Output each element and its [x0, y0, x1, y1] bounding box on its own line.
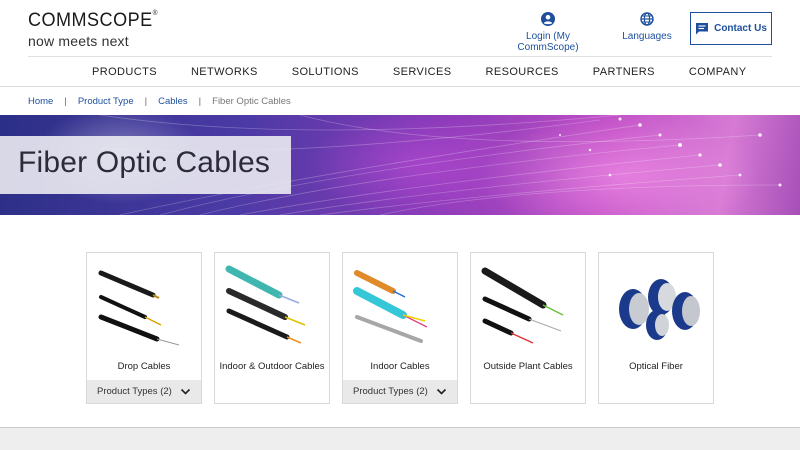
site-header: COMMSCOPE® now meets next Login (My Comm… — [0, 0, 800, 56]
contact-us-label: Contact Us — [714, 23, 767, 34]
card-label: Drop Cables — [117, 361, 171, 372]
product-types-toggle[interactable]: Product Types (2) — [343, 380, 457, 403]
card-label: Outside Plant Cables — [483, 361, 573, 372]
indoor-cables-image — [353, 270, 428, 343]
product-types-label: Product Types (2) — [353, 386, 428, 397]
product-types-toggle[interactable]: Product Types (2) — [87, 380, 201, 403]
contact-us-button[interactable]: Contact Us — [690, 12, 772, 45]
hero-banner: Fiber Optic Cables — [0, 115, 800, 215]
nav-item-services[interactable]: SERVICES — [393, 66, 452, 78]
breadcrumb-cables[interactable]: Cables — [158, 96, 188, 107]
main-navigation: PRODUCTS NETWORKS SOLUTIONS SERVICES RES… — [0, 57, 800, 87]
indoor-outdoor-cables-image — [225, 265, 306, 344]
chevron-down-icon — [180, 388, 191, 395]
commscope-logo[interactable]: COMMSCOPE® now meets next — [28, 10, 165, 49]
nav-item-partners[interactable]: PARTNERS — [593, 66, 655, 78]
globe-icon — [640, 12, 654, 26]
footer-band — [0, 427, 800, 450]
nav-item-solutions[interactable]: SOLUTIONS — [292, 66, 359, 78]
login-link[interactable]: Login (My CommScope) — [500, 12, 596, 53]
chevron-down-icon — [436, 388, 447, 395]
card-label: Indoor Cables — [370, 361, 430, 372]
drop-cables-image — [98, 270, 180, 346]
nav-item-resources[interactable]: RESOURCES — [486, 66, 559, 78]
breadcrumb-product-type[interactable]: Product Type — [78, 96, 134, 107]
category-card-optical-fiber[interactable]: Optical Fiber — [598, 252, 714, 404]
breadcrumb-separator: | — [64, 96, 67, 107]
breadcrumb: Home | Product Type | Cables | Fiber Opt… — [28, 96, 291, 107]
nav-item-networks[interactable]: NETWORKS — [191, 66, 258, 78]
nav-item-company[interactable]: COMPANY — [689, 66, 747, 78]
languages-selector[interactable]: Languages — [620, 12, 674, 42]
breadcrumb-home[interactable]: Home — [28, 96, 53, 107]
card-label: Indoor & Outdoor Cables — [219, 361, 325, 372]
logo-tagline: now meets next — [28, 33, 129, 49]
logo-registered-mark: ® — [152, 10, 159, 17]
logo-wordmark: COMMSCOPE — [28, 10, 153, 31]
card-label: Optical Fiber — [629, 361, 683, 372]
breadcrumb-separator: | — [144, 96, 148, 107]
breadcrumb-separator: | — [198, 96, 202, 107]
category-card-outside-plant-cables[interactable]: Outside Plant Cables — [470, 252, 586, 404]
nav-item-products[interactable]: PRODUCTS — [92, 66, 157, 78]
optical-fiber-spools-image — [619, 279, 700, 340]
page-title: Fiber Optic Cables — [18, 146, 271, 179]
category-card-indoor-outdoor-cables[interactable]: Indoor & Outdoor Cables — [214, 252, 330, 404]
user-circle-icon — [541, 12, 555, 26]
outside-plant-cables-image — [481, 267, 564, 344]
product-types-label: Product Types (2) — [97, 386, 172, 397]
category-card-drop-cables[interactable]: Drop Cables Product Types (2) — [86, 252, 202, 404]
breadcrumb-current: Fiber Optic Cables — [212, 96, 291, 107]
category-card-indoor-cables[interactable]: Indoor Cables Product Types (2) — [342, 252, 458, 404]
login-label: Login (My CommScope) — [517, 31, 579, 53]
hero-title-panel: Fiber Optic Cables — [0, 136, 291, 194]
languages-label: Languages — [622, 31, 672, 42]
chat-icon — [696, 23, 709, 35]
